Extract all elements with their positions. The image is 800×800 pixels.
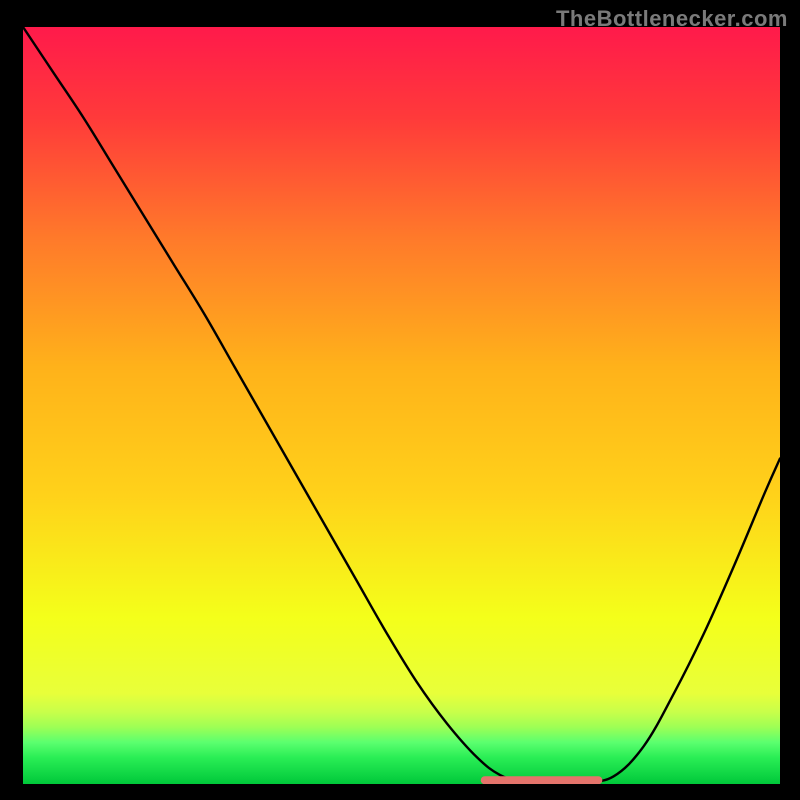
chart-svg <box>23 27 780 784</box>
gradient-background <box>23 27 780 784</box>
watermark-text: TheBottlenecker.com <box>556 6 788 32</box>
plot-area <box>23 27 780 784</box>
chart-stage: TheBottlenecker.com <box>0 0 800 800</box>
